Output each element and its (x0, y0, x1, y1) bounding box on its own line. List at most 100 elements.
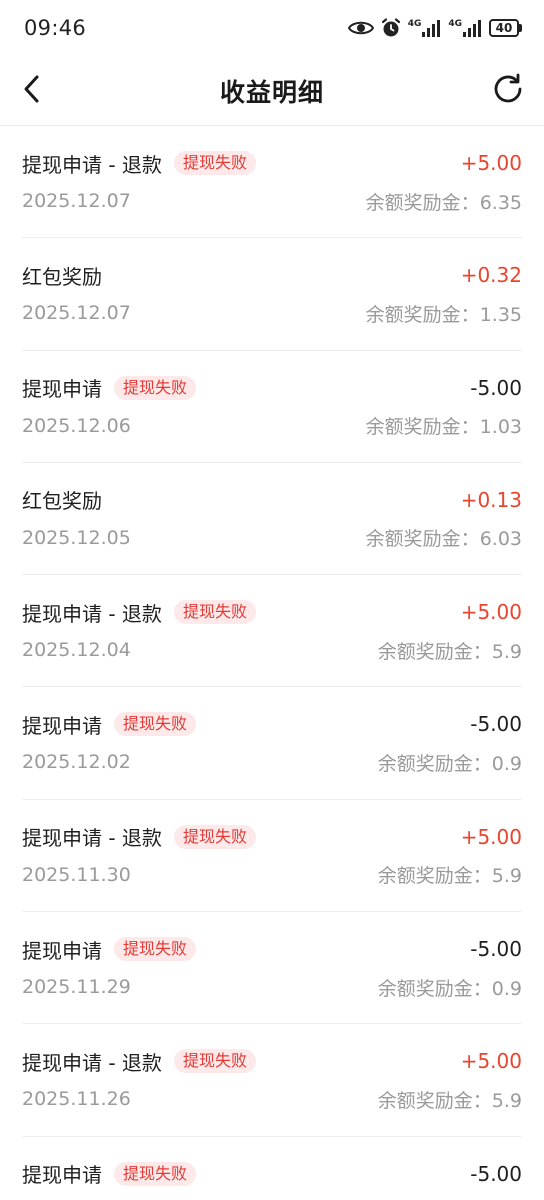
record-amount: -5.00 (470, 937, 522, 962)
list-item[interactable]: 提现申请 提现失败 -5.00 (22, 1137, 522, 1200)
balance-value: 5.9 (491, 640, 522, 663)
refresh-button[interactable] (490, 73, 526, 109)
record-amount: -5.00 (470, 375, 522, 400)
balance-value: 5.9 (491, 865, 522, 888)
record-date: 2025.11.30 (22, 863, 131, 886)
list-item[interactable]: 提现申请 提现失败 -5.00 2025.12.06 余额奖励金：1.03 (22, 351, 522, 463)
record-balance: 余额奖励金：1.03 (366, 412, 522, 439)
record-date: 2025.12.05 (22, 526, 131, 549)
status-bar: 09:46 4G 4G 40 (0, 0, 544, 56)
balance-value: 6.03 (479, 528, 522, 551)
record-date: 2025.12.06 (22, 414, 131, 437)
record-title: 提现申请 - 退款 (22, 601, 162, 626)
balance-value: 6.35 (479, 191, 522, 214)
list-item[interactable]: 提现申请 - 退款 提现失败 +5.00 2025.11.30 余额奖励金：5.9 (22, 800, 522, 913)
record-main-line: 提现申请 - 退款 提现失败 +5.00 (22, 1046, 522, 1076)
record-sub-line: 2025.11.29 余额奖励金：0.9 (22, 973, 522, 1001)
balance-label: 余额奖励金： (377, 977, 492, 1000)
balance-label: 余额奖励金： (377, 1089, 492, 1112)
list-item[interactable]: 提现申请 - 退款 提现失败 +5.00 2025.11.26 余额奖励金：5.9 (22, 1024, 522, 1137)
balance-label: 余额奖励金： (377, 640, 492, 663)
balance-value: 1.35 (479, 303, 522, 326)
status-badge: 提现失败 (173, 600, 256, 625)
list-item[interactable]: 红包奖励 +0.13 2025.12.05 余额奖励金：6.03 (22, 463, 522, 576)
signal-label: 4G (407, 19, 422, 29)
record-sub-line: 2025.11.30 余额奖励金：5.9 (22, 861, 522, 889)
record-amount: +5.00 (460, 151, 522, 175)
record-balance: 余额奖励金：5.9 (378, 637, 522, 664)
record-balance: 余额奖励金：6.35 (366, 188, 522, 215)
record-title: 红包奖励 (22, 264, 102, 289)
record-amount: +0.13 (460, 487, 522, 512)
record-sub-line: 2025.12.02 余额奖励金：0.9 (22, 748, 522, 776)
record-amount: -5.00 (470, 1161, 522, 1186)
record-main-line: 提现申请 提现失败 -5.00 (22, 709, 522, 739)
battery-icon: 40 (489, 19, 522, 37)
balance-label: 余额奖励金： (365, 303, 480, 326)
status-icons: 4G 4G 40 (347, 17, 522, 39)
balance-value: 5.9 (491, 1089, 522, 1112)
record-date: 2025.12.07 (22, 190, 131, 212)
alarm-icon (380, 17, 402, 39)
record-date: 2025.12.04 (22, 639, 131, 662)
list-item[interactable]: 提现申请 - 退款 提现失败 +5.00 2025.12.04 余额奖励金：5.9 (22, 575, 522, 688)
status-badge: 提现失败 (173, 824, 256, 849)
list-item[interactable]: 提现申请 - 退款 提现失败 +5.00 2025.12.07 余额奖励金：6.35 (22, 126, 522, 239)
page-title: 收益明细 (219, 77, 324, 107)
record-title: 提现申请 - 退款 (22, 826, 162, 851)
record-amount: -5.00 (470, 712, 522, 737)
back-arrow-icon (21, 74, 43, 108)
record-main-line: 提现申请 提现失败 -5.00 (22, 373, 522, 403)
record-sub-line: 2025.12.07 余额奖励金：1.35 (22, 299, 522, 327)
back-button[interactable] (14, 73, 50, 109)
record-date: 2025.12.02 (22, 751, 131, 774)
record-title: 红包奖励 (22, 489, 102, 514)
record-main-line: 提现申请 - 退款 提现失败 +5.00 (22, 822, 522, 852)
balance-label: 余额奖励金： (377, 865, 492, 888)
record-balance: 余额奖励金：1.35 (366, 300, 522, 327)
status-badge: 提现失败 (114, 712, 197, 737)
status-badge: 提现失败 (114, 375, 197, 400)
status-badge: 提现失败 (114, 1161, 197, 1186)
record-title: 提现申请 - 退款 (22, 1050, 162, 1075)
record-sub-line: 2025.12.07 余额奖励金：6.35 (22, 187, 522, 215)
record-title: 提现申请 (22, 1163, 102, 1188)
record-balance: 余额奖励金：0.9 (378, 749, 522, 776)
record-title: 提现申请 - 退款 (22, 152, 162, 177)
record-balance: 余额奖励金：0.9 (378, 974, 522, 1001)
list-item[interactable]: 红包奖励 +0.32 2025.12.07 余额奖励金：1.35 (22, 238, 522, 351)
eye-icon (347, 19, 374, 37)
record-amount: +0.32 (460, 263, 522, 288)
record-amount: +5.00 (460, 1049, 522, 1074)
signal-icon: 4G (408, 19, 443, 37)
record-sub-line: 2025.11.26 余额奖励金：5.9 (22, 1085, 522, 1113)
status-time: 09:46 (24, 16, 87, 40)
record-main-line: 提现申请 提现失败 -5.00 (22, 934, 522, 964)
record-title: 提现申请 (22, 938, 102, 963)
status-badge: 提现失败 (114, 937, 197, 962)
record-main-line: 提现申请 - 退款 提现失败 +5.00 (22, 597, 522, 627)
balance-value: 0.9 (491, 977, 522, 1000)
record-sub-line: 2025.12.04 余额奖励金：5.9 (22, 636, 522, 664)
record-main-line: 红包奖励 +0.13 (22, 485, 522, 515)
record-title: 提现申请 (22, 713, 102, 738)
list-item[interactable]: 提现申请 提现失败 -5.00 2025.12.02 余额奖励金：0.9 (22, 687, 522, 800)
record-title: 提现申请 (22, 377, 102, 402)
refresh-icon (491, 72, 525, 110)
record-main-line: 提现申请 提现失败 -5.00 (22, 1159, 522, 1189)
record-date: 2025.11.26 (22, 1088, 131, 1111)
signal-label: 4G (448, 19, 462, 29)
status-badge: 提现失败 (173, 151, 256, 175)
record-amount: +5.00 (460, 824, 522, 849)
status-badge: 提现失败 (173, 1049, 256, 1074)
list-item[interactable]: 提现申请 提现失败 -5.00 2025.11.29 余额奖励金：0.9 (22, 912, 522, 1025)
record-date: 2025.11.29 (22, 976, 131, 999)
balance-label: 余额奖励金： (365, 191, 480, 214)
record-sub-line: 2025.12.06 余额奖励金：1.03 (22, 412, 522, 440)
record-amount: +5.00 (460, 600, 522, 625)
record-balance: 余额奖励金：5.9 (378, 861, 522, 888)
battery-tip (519, 24, 522, 32)
balance-label: 余额奖励金： (377, 752, 492, 775)
record-main-line: 提现申请 - 退款 提现失败 +5.00 (22, 148, 522, 178)
signal-icon: 4G (448, 19, 483, 37)
